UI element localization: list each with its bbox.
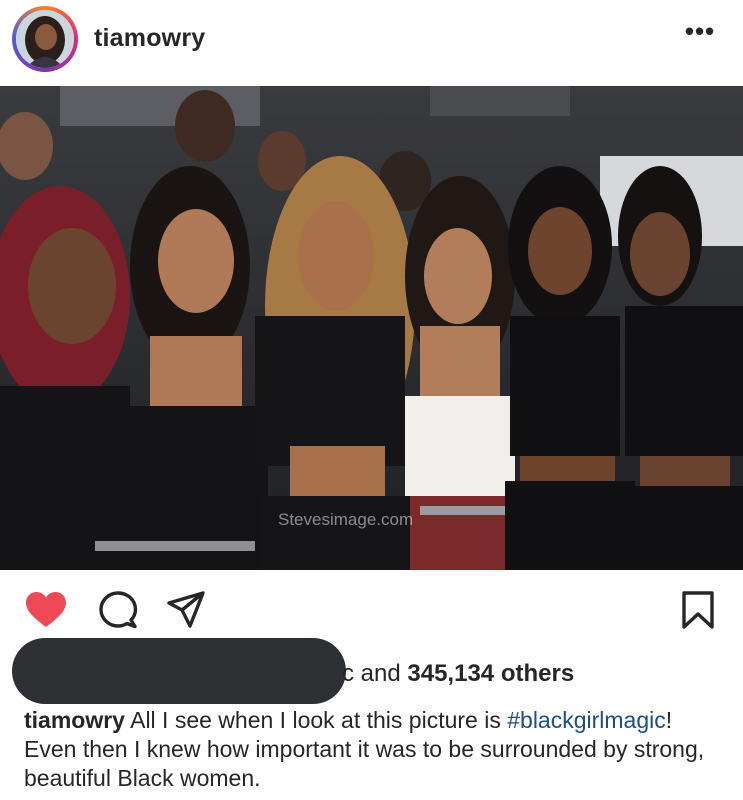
photo-watermark: Stevesimage.com: [278, 510, 414, 529]
likes-count[interactable]: 345,134 others: [407, 660, 574, 687]
likes-and: and: [354, 660, 408, 687]
likes-summary[interactable]: c and 345,134 others: [0, 636, 743, 708]
redacted-username-overlay: [12, 638, 346, 704]
likes-text[interactable]: c and 345,134 others: [342, 660, 574, 688]
caption-hashtag[interactable]: #blackgirlmagic: [507, 707, 666, 733]
more-options-icon[interactable]: •••: [680, 18, 720, 48]
heart-filled-icon[interactable]: [24, 588, 68, 632]
bookmark-icon[interactable]: [676, 588, 720, 632]
action-bar: [0, 588, 743, 640]
comment-icon[interactable]: [96, 588, 140, 632]
post-caption: tiamowry All I see when I look at this p…: [24, 706, 724, 793]
group-photo-illustration: [0, 86, 743, 570]
caption-text-before: All I see when I look at this picture is: [124, 707, 508, 733]
post-photo[interactable]: Stevesimage.com: [0, 86, 743, 570]
caption-username[interactable]: tiamowry: [24, 707, 125, 733]
post-username[interactable]: tiamowry: [94, 24, 205, 53]
avatar[interactable]: [16, 10, 74, 68]
share-icon[interactable]: [164, 588, 208, 632]
likes-prefix: c: [342, 660, 354, 687]
avatar-story-ring[interactable]: [12, 6, 78, 72]
post-header: tiamowry •••: [0, 0, 743, 84]
